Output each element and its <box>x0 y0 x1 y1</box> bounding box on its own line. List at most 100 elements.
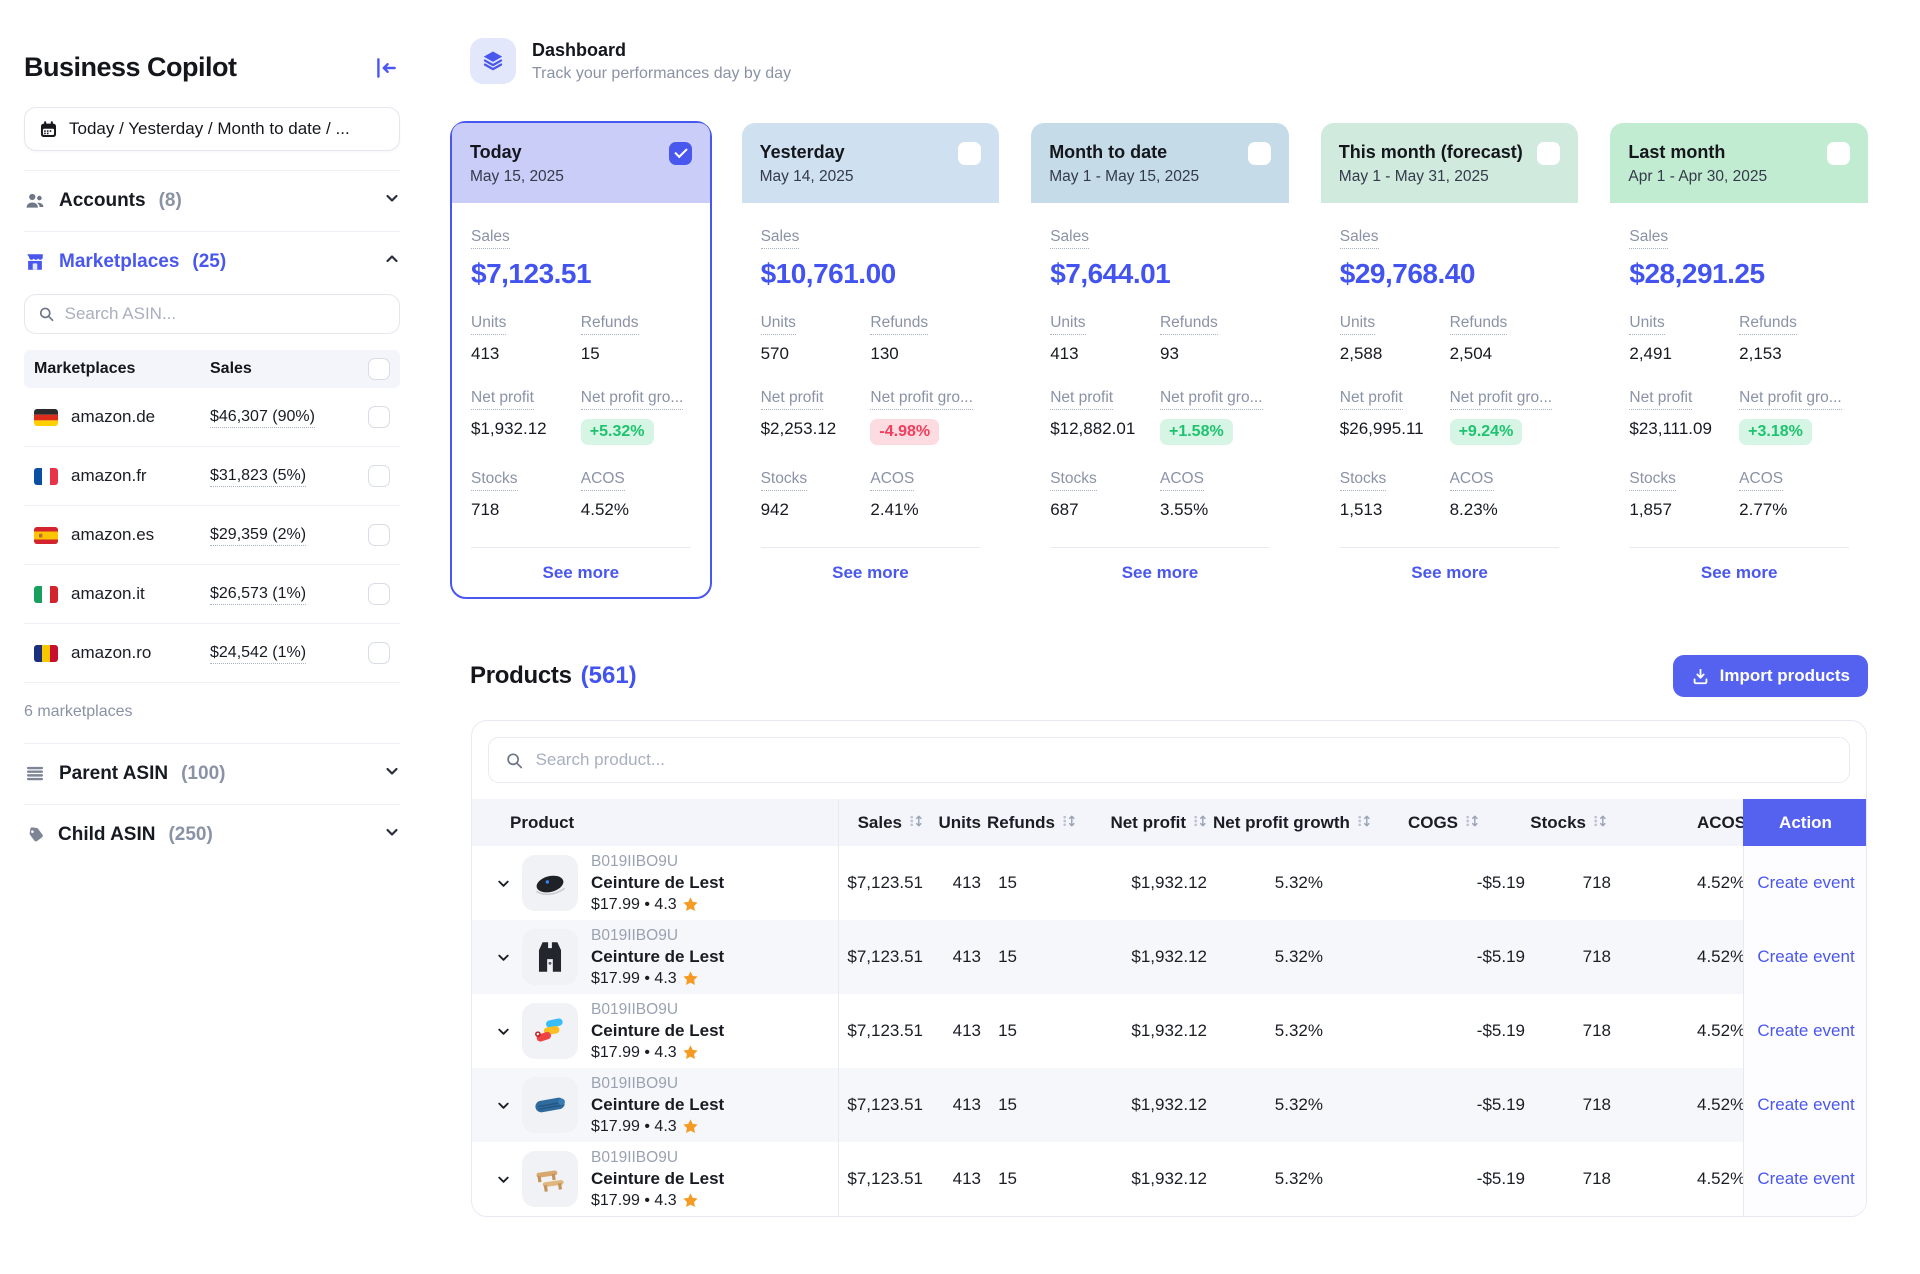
cell-cogs: -$5.19 <box>1323 1021 1525 1041</box>
date-range-selector[interactable]: Today / Yesterday / Month to date / ... <box>24 107 400 151</box>
marketplace-row[interactable]: amazon.de $46,307 (90%) <box>24 388 400 447</box>
see-more-link[interactable]: See more <box>1411 563 1488 583</box>
product-price-rating: $17.99 • 4.3 <box>591 1192 677 1210</box>
sort-icon[interactable] <box>909 813 923 833</box>
net-profit-label: Net profit <box>1050 389 1113 410</box>
acos-value: 2.77% <box>1739 500 1787 520</box>
product-row: B019IIBO9U Ceinture de Lest $17.99 • 4.3… <box>472 1142 1866 1216</box>
expand-row-button[interactable] <box>488 1024 518 1039</box>
marketplaces-label: Marketplaces <box>59 251 179 273</box>
product-name: Ceinture de Lest <box>591 873 724 893</box>
product-row: B019IIBO9U Ceinture de Lest $17.99 • 4.3… <box>472 994 1866 1068</box>
parent-asin-icon <box>24 763 46 785</box>
star-icon <box>682 1192 699 1209</box>
period-card-yesterday[interactable]: Yesterday May 14, 2025 Sales $10,761.00 … <box>740 121 1002 599</box>
marketplace-name: amazon.ro <box>71 643 210 663</box>
chevron-up-icon <box>384 251 400 273</box>
stocks-value: 1,857 <box>1629 500 1672 520</box>
sidebar-item-parent-asin[interactable]: Parent ASIN (100) <box>24 743 400 804</box>
chevron-down-icon <box>384 190 400 212</box>
cell-net-profit-growth: 5.32% <box>1207 1021 1323 1041</box>
see-more-link[interactable]: See more <box>543 563 620 583</box>
expand-row-button[interactable] <box>488 876 518 891</box>
flag-germany-icon <box>34 409 58 426</box>
create-event-link[interactable]: Create event <box>1757 1095 1854 1115</box>
sales-value: $10,761.00 <box>761 258 981 290</box>
acos-value: 3.55% <box>1160 500 1208 520</box>
marketplace-row[interactable]: amazon.it $26,573 (1%) <box>24 565 400 624</box>
marketplace-checkbox[interactable] <box>368 524 390 546</box>
search-asin-box[interactable] <box>24 294 400 334</box>
period-range: May 1 - May 31, 2025 <box>1339 168 1523 186</box>
create-event-link[interactable]: Create event <box>1757 1021 1854 1041</box>
marketplace-row[interactable]: amazon.ro $24,542 (1%) <box>24 624 400 683</box>
cell-sales: $7,123.51 <box>839 947 923 967</box>
product-image-weighted-vest <box>522 929 578 985</box>
period-card-body: Sales $10,761.00 Units570 Refunds130 Net… <box>742 203 1000 597</box>
product-asin: B019IIBO9U <box>591 1075 724 1093</box>
create-event-link[interactable]: Create event <box>1757 947 1854 967</box>
cell-acos: 4.52% <box>1611 1021 1743 1041</box>
period-card-today[interactable]: Today May 15, 2025 Sales $7,123.51 Units… <box>450 121 712 599</box>
search-product-box[interactable] <box>488 737 1850 783</box>
refunds-value: 15 <box>581 344 600 364</box>
see-more-link[interactable]: See more <box>1701 563 1778 583</box>
period-checkbox[interactable] <box>669 142 692 165</box>
cell-units: 413 <box>923 873 981 893</box>
marketplace-checkbox[interactable] <box>368 583 390 605</box>
select-all-checkbox[interactable] <box>368 358 390 380</box>
collapse-sidebar-button[interactable] <box>372 54 400 82</box>
sort-icon[interactable] <box>1193 813 1207 833</box>
expand-row-button[interactable] <box>488 950 518 965</box>
product-name: Ceinture de Lest <box>591 947 724 967</box>
acos-value: 2.41% <box>870 500 918 520</box>
units-label: Units <box>1050 314 1085 335</box>
period-title: Last month <box>1628 142 1767 163</box>
search-asin-input[interactable] <box>65 304 386 324</box>
marketplace-row[interactable]: amazon.es $29,359 (2%) <box>24 506 400 565</box>
sort-icon[interactable] <box>1593 813 1607 833</box>
search-icon <box>505 751 524 770</box>
period-checkbox[interactable] <box>958 142 981 165</box>
cell-stocks: 718 <box>1525 1169 1611 1189</box>
cell-cogs: -$5.19 <box>1323 873 1525 893</box>
create-event-link[interactable]: Create event <box>1757 873 1854 893</box>
period-card-last-month[interactable]: Last month Apr 1 - Apr 30, 2025 Sales $2… <box>1608 121 1870 599</box>
refunds-value: 2,153 <box>1739 344 1782 364</box>
period-checkbox[interactable] <box>1248 142 1271 165</box>
marketplace-checkbox[interactable] <box>368 465 390 487</box>
col-header-cogs: COGS <box>1323 813 1525 833</box>
products-table-header: Product Sales Units Refunds Net profit N… <box>472 799 1866 846</box>
period-title: This month (forecast) <box>1339 142 1523 163</box>
sidebar-item-accounts[interactable]: Accounts (8) <box>24 170 400 231</box>
expand-row-button[interactable] <box>488 1172 518 1187</box>
sidebar-item-child-asin[interactable]: Child ASIN (250) <box>24 804 400 865</box>
col-sales: Sales <box>210 360 368 378</box>
cell-acos: 4.52% <box>1611 873 1743 893</box>
sales-label: Sales <box>1340 228 1379 249</box>
sort-icon[interactable] <box>1465 813 1479 833</box>
dashboard-header: Dashboard Track your performances day by… <box>450 0 1870 84</box>
period-cards: Today May 15, 2025 Sales $7,123.51 Units… <box>450 121 1870 599</box>
create-event-link[interactable]: Create event <box>1757 1169 1854 1189</box>
products-count: (561) <box>581 662 637 690</box>
marketplace-checkbox[interactable] <box>368 406 390 428</box>
import-products-button[interactable]: Import products <box>1673 655 1868 697</box>
expand-row-button[interactable] <box>488 1098 518 1113</box>
refunds-value: 130 <box>870 344 898 364</box>
see-more-link[interactable]: See more <box>832 563 909 583</box>
marketplace-checkbox[interactable] <box>368 642 390 664</box>
see-more-link[interactable]: See more <box>1122 563 1199 583</box>
col-marketplaces: Marketplaces <box>34 360 210 378</box>
period-checkbox[interactable] <box>1537 142 1560 165</box>
sidebar-item-marketplaces[interactable]: Marketplaces (25) <box>24 231 400 292</box>
product-row: B019IIBO9U Ceinture de Lest $17.99 • 4.3… <box>472 846 1866 920</box>
period-checkbox[interactable] <box>1827 142 1850 165</box>
search-product-input[interactable] <box>536 750 1833 770</box>
units-label: Units <box>471 314 506 335</box>
period-card-month-to-date[interactable]: Month to date May 1 - May 15, 2025 Sales… <box>1029 121 1291 599</box>
sales-label: Sales <box>761 228 800 249</box>
period-card-header: This month (forecast) May 1 - May 31, 20… <box>1321 123 1579 203</box>
period-card-this-month-forecast[interactable]: This month (forecast) May 1 - May 31, 20… <box>1319 121 1581 599</box>
marketplace-row[interactable]: amazon.fr $31,823 (5%) <box>24 447 400 506</box>
